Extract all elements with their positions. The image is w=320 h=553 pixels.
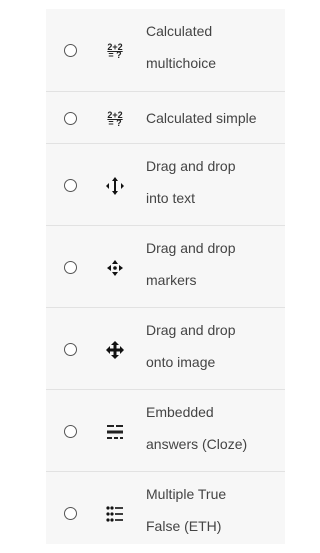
option-drag-drop-into-text[interactable]: Drag and drop into text — [46, 143, 285, 225]
option-label: Embedded answers (Cloze) — [146, 404, 248, 452]
option-calculated-multichoice[interactable]: 2+2 = ? Calculated multichoice — [46, 9, 285, 91]
calculated-icon: 2+2 = ? — [107, 42, 123, 60]
question-type-list: 2+2 = ? Calculated multichoice 2+2 = ? C… — [46, 9, 285, 544]
radio-button[interactable] — [64, 506, 77, 520]
radio-button[interactable] — [64, 342, 77, 356]
drag-drop-text-icon — [104, 175, 126, 197]
drag-drop-image-icon — [104, 339, 126, 361]
calculated-simple-icon: 2+2 = ? — [107, 109, 123, 128]
radio-button[interactable] — [64, 424, 77, 438]
option-label: Multiple True False (ETH) — [146, 486, 227, 534]
option-drag-drop-onto-image[interactable]: Drag and drop onto image — [46, 307, 285, 389]
multiple-true-false-icon — [104, 503, 126, 525]
option-label: Drag and drop markers — [146, 240, 236, 288]
option-calculated-simple[interactable]: 2+2 = ? Calculated simple — [46, 91, 285, 143]
option-label: Drag and drop into text — [146, 158, 236, 206]
drag-drop-markers-icon — [104, 257, 126, 279]
option-label: Calculated simple — [146, 110, 257, 126]
option-embedded-answers-cloze[interactable]: Embedded answers (Cloze) — [46, 389, 285, 471]
radio-button[interactable] — [64, 111, 77, 125]
option-label: Drag and drop onto image — [146, 322, 236, 370]
radio-button[interactable] — [64, 178, 77, 192]
radio-button[interactable] — [64, 260, 77, 274]
option-drag-drop-markers[interactable]: Drag and drop markers — [46, 225, 285, 307]
option-label: Calculated multichoice — [146, 23, 217, 71]
radio-button[interactable] — [64, 44, 77, 57]
option-multiple-true-false[interactable]: Multiple True False (ETH) — [46, 471, 285, 553]
cloze-icon — [104, 421, 126, 443]
